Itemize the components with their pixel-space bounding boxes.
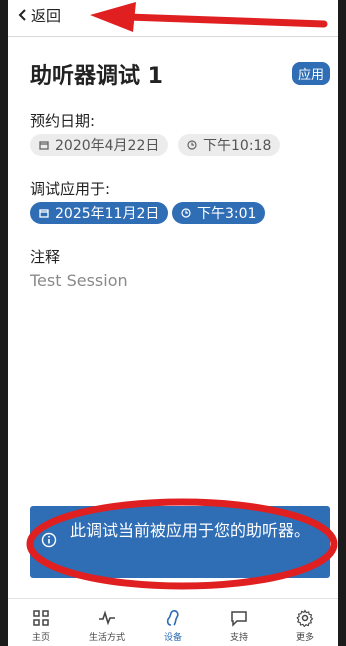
appointment-time: 下午10:18 [203,138,272,154]
nav-label: 设备 [163,633,182,643]
device-screen: 返回 助听器调试 1 应用 预约日期: 2020年4月22日 下午10:18 调… [8,0,338,646]
appointment-time-chip: 下午10:18 [178,134,281,156]
back-label: 返回 [31,6,62,25]
applied-date-chip: 2025年11月2日 [30,202,169,224]
hearing-aid-icon [166,610,179,626]
clock-icon [181,208,191,218]
chat-icon [231,611,247,627]
nav-label: 生活方式 [88,633,125,643]
applied-date: 2025年11月2日 [55,206,160,222]
status-badge: 应用 [291,62,330,85]
nav-item-more[interactable]: 更多 [272,599,338,646]
chevron-left-icon [18,9,26,21]
applied-time: 下午3:01 [197,206,257,222]
grid-icon [33,610,49,626]
nav-item-lifestyle[interactable]: 生活方式 [74,599,140,646]
notes-label: 注释 [30,248,61,266]
page-title: 助听器调试 1 [30,64,163,89]
nav-label: 主页 [31,633,50,643]
appointment-date: 2020年4月22日 [55,138,160,154]
back-button[interactable]: 返回 [18,4,61,26]
nav-item-devices[interactable]: 设备 [140,599,206,646]
applied-label: 调试应用于: [30,180,111,198]
top-bar: 返回 [8,0,338,37]
nav-item-home[interactable]: 主页 [8,599,74,646]
nav-label: 更多 [295,633,314,643]
appointment-date-chip: 2020年4月22日 [30,134,169,156]
nav-label: 支持 [229,633,248,643]
banner-text: 此调试当前被应用于您的助听器。 [70,521,311,540]
calendar-icon [39,141,49,150]
gear-icon [296,609,314,627]
info-icon [41,532,57,548]
clock-icon [187,140,197,150]
appointment-label: 预约日期: [30,112,96,130]
notes-value: Test Session [30,271,128,290]
calendar-icon [39,209,49,218]
activity-icon [99,610,115,626]
nav-item-support[interactable]: 支持 [206,599,272,646]
applied-time-chip: 下午3:01 [172,202,266,224]
bottom-nav: 主页 生活方式 设备 支持 更多 [8,598,338,646]
info-banner: 此调试当前被应用于您的助听器。 [30,506,330,578]
